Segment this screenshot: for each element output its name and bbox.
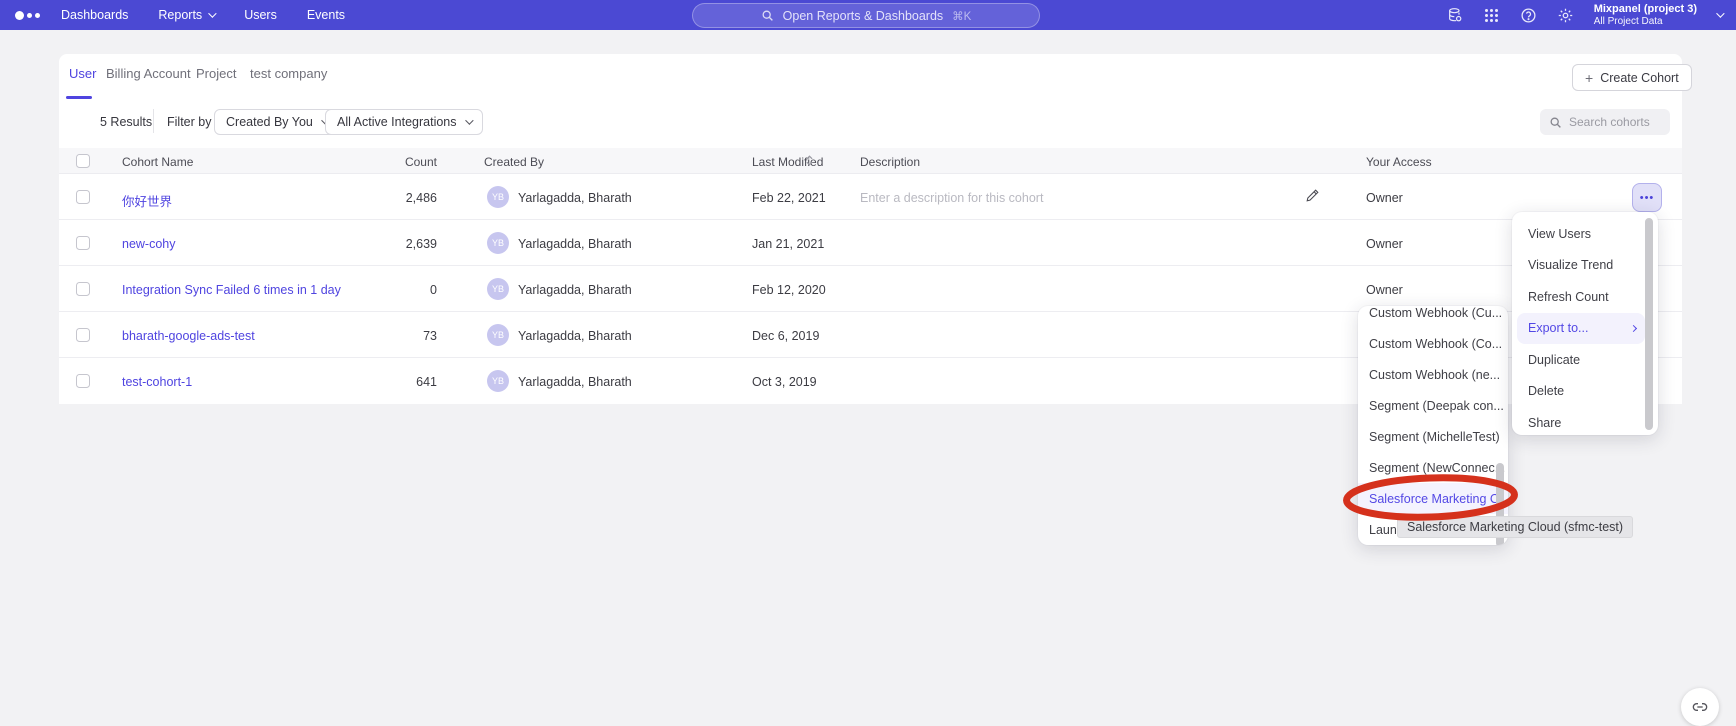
link-icon [1692, 699, 1708, 715]
column-header-access[interactable]: Your Access [1366, 155, 1432, 169]
last-modified-date: Oct 3, 2019 [752, 375, 817, 389]
cohorts-page: Dashboards Reports Users Events Open Rep… [0, 0, 1736, 723]
table-row[interactable]: new-cohy 2,639 YB Yarlagadda, Bharath Ja… [59, 220, 1682, 266]
tab-project[interactable]: Project [196, 66, 236, 81]
cohort-name-link[interactable]: new-cohy [122, 237, 176, 251]
column-header-count[interactable]: Count [337, 155, 437, 169]
nav-item-events[interactable]: Events [307, 8, 345, 22]
search-icon [1549, 116, 1562, 129]
access-level: Owner [1366, 283, 1403, 297]
integrations-filter-dropdown[interactable]: All Active Integrations [325, 109, 483, 135]
mixpanel-logo-icon[interactable] [15, 11, 49, 20]
active-tab-indicator [66, 96, 92, 99]
avatar: YB [487, 278, 509, 300]
nav-item-users[interactable]: Users [244, 8, 277, 22]
column-header-created-by[interactable]: Created By [484, 155, 544, 169]
menu-item-delete[interactable]: Delete [1512, 376, 1658, 408]
avatar: YB [487, 324, 509, 346]
menu-item-duplicate[interactable]: Duplicate [1512, 344, 1658, 376]
last-modified-date: Feb 22, 2021 [752, 191, 826, 205]
copy-link-button[interactable] [1681, 688, 1719, 726]
cohort-count: 2,639 [337, 237, 437, 251]
avatar: YB [487, 232, 509, 254]
row-checkbox[interactable] [76, 374, 90, 388]
tab-test-company[interactable]: test company [250, 66, 327, 81]
data-management-icon[interactable] [1446, 6, 1464, 24]
cohort-name-link[interactable]: 你好世界 [122, 191, 172, 210]
row-context-menu: View Users Visualize Trend Refresh Count… [1512, 212, 1658, 435]
integration-tooltip: Salesforce Marketing Cloud (sfmc-test) [1397, 516, 1633, 538]
search-icon [761, 9, 774, 22]
creator-name: Yarlagadda, Bharath [518, 237, 632, 251]
creator-name: Yarlagadda, Bharath [518, 283, 632, 297]
global-search-input[interactable]: Open Reports & Dashboards ⌘K [692, 3, 1040, 28]
tab-billing-account[interactable]: Billing Account [106, 66, 191, 81]
cohort-count: 641 [337, 375, 437, 389]
export-submenu: Custom Webhook (Cu... Custom Webhook (Co… [1358, 306, 1508, 545]
tab-user[interactable]: User [69, 66, 96, 81]
nav-item-reports[interactable]: Reports [158, 8, 214, 22]
create-cohort-button[interactable]: + Create Cohort [1572, 64, 1692, 91]
edit-description-icon[interactable] [1305, 188, 1320, 208]
menu-item-segment-michelle[interactable]: Segment (MichelleTest) [1358, 421, 1508, 452]
chevron-down-icon [1716, 9, 1724, 17]
avatar: YB [487, 370, 509, 392]
menu-item-share[interactable]: Share [1512, 407, 1658, 439]
menu-item-view-users[interactable]: View Users [1512, 218, 1658, 250]
top-nav: Dashboards Reports Users Events Open Rep… [0, 0, 1736, 30]
column-header-name[interactable]: Cohort Name [122, 155, 193, 169]
last-modified-date: Feb 12, 2020 [752, 283, 826, 297]
column-header-description[interactable]: Description [860, 155, 920, 169]
menu-item-salesforce-marketing-cloud[interactable]: Salesforce Marketing C... [1358, 483, 1508, 514]
cohort-count: 2,486 [337, 191, 437, 205]
access-level: Owner [1366, 237, 1403, 251]
results-count: 5 Results [100, 115, 152, 129]
menu-item-segment-newconnec[interactable]: Segment (NewConnec... [1358, 452, 1508, 483]
menu-item-visualize-trend[interactable]: Visualize Trend [1512, 250, 1658, 282]
chevron-right-icon [1630, 325, 1637, 332]
row-checkbox[interactable] [76, 236, 90, 250]
creator-name: Yarlagadda, Bharath [518, 191, 632, 205]
row-checkbox[interactable] [76, 282, 90, 296]
project-switcher[interactable]: Mixpanel (project 3) All Project Data [1594, 3, 1697, 26]
row-checkbox[interactable] [76, 190, 90, 204]
gear-icon[interactable] [1557, 6, 1575, 24]
cohort-count: 73 [337, 329, 437, 343]
filter-by-label: Filter by [167, 115, 211, 129]
select-all-checkbox[interactable] [76, 154, 90, 168]
keyboard-shortcut-badge: ⌘K [952, 9, 971, 23]
menu-item-refresh-count[interactable]: Refresh Count [1512, 281, 1658, 313]
chevron-down-icon [208, 9, 216, 17]
avatar: YB [487, 186, 509, 208]
menu-item-custom-webhook-1[interactable]: Custom Webhook (Cu... [1358, 306, 1508, 328]
chevron-down-icon [465, 116, 473, 124]
nav-item-dashboards[interactable]: Dashboards [61, 8, 128, 22]
context-menu-scrollbar[interactable] [1645, 218, 1653, 430]
creator-name: Yarlagadda, Bharath [518, 329, 632, 343]
cohort-name-link[interactable]: test-cohort-1 [122, 375, 192, 389]
last-modified-date: Dec 6, 2019 [752, 329, 819, 343]
menu-item-segment-deepak[interactable]: Segment (Deepak con... [1358, 390, 1508, 421]
creator-name: Yarlagadda, Bharath [518, 375, 632, 389]
last-modified-date: Jan 21, 2021 [752, 237, 824, 251]
table-header: Cohort Name Count Created By Last Modifi… [59, 148, 1682, 174]
menu-item-export-to[interactable]: Export to... [1517, 313, 1645, 345]
plus-icon: + [1585, 70, 1593, 86]
created-by-filter-dropdown[interactable]: Created By You [214, 109, 339, 135]
description-input[interactable]: Enter a description for this cohort [860, 191, 1043, 205]
sort-icon[interactable] [806, 155, 813, 166]
cohort-name-link[interactable]: bharath-google-ads-test [122, 329, 255, 343]
divider [153, 109, 154, 133]
table-row[interactable]: 你好世界 2,486 YB Yarlagadda, Bharath Feb 22… [59, 174, 1682, 220]
help-icon[interactable] [1520, 6, 1538, 24]
row-checkbox[interactable] [76, 328, 90, 342]
apps-grid-icon[interactable] [1483, 6, 1501, 24]
row-actions-button[interactable]: ••• [1632, 183, 1662, 212]
menu-item-custom-webhook-3[interactable]: Custom Webhook (ne... [1358, 359, 1508, 390]
menu-item-custom-webhook-2[interactable]: Custom Webhook (Co... [1358, 328, 1508, 359]
cohort-name-link[interactable]: Integration Sync Failed 6 times in 1 day [122, 283, 341, 297]
access-level: Owner [1366, 191, 1403, 205]
search-cohorts-input[interactable]: Search cohorts [1540, 109, 1670, 135]
cohort-count: 0 [337, 283, 437, 297]
